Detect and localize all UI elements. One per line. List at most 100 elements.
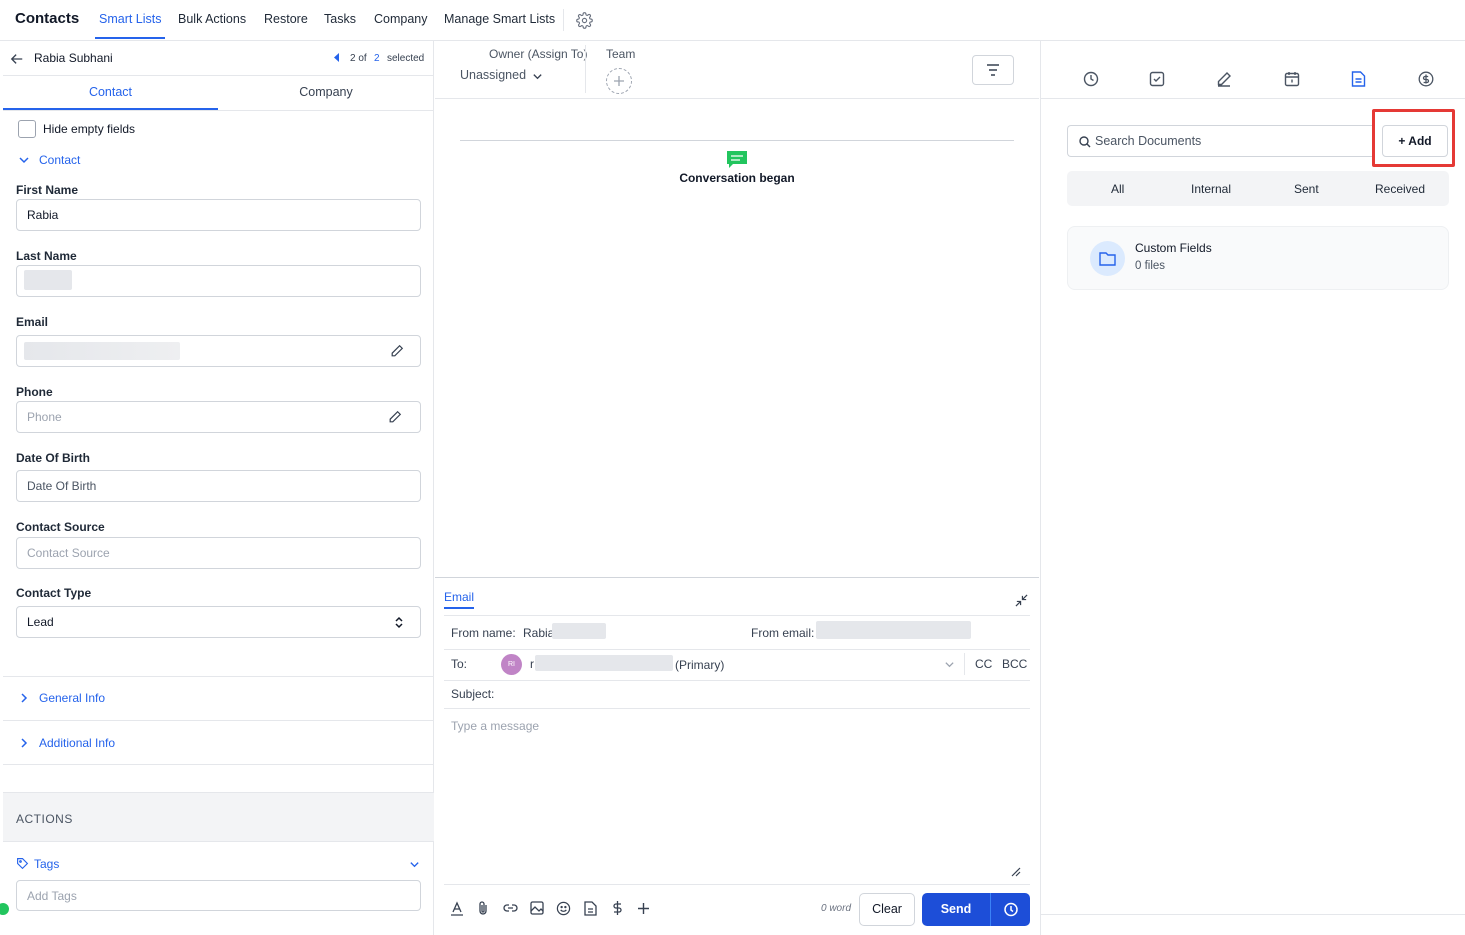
plus-icon[interactable] [637,902,650,915]
payments-icon[interactable] [1418,71,1434,87]
task-check-icon[interactable] [1149,71,1165,87]
tab-smart-lists[interactable]: Smart Lists [99,12,162,26]
dollar-icon[interactable] [612,900,623,916]
divider [444,680,1030,681]
search-documents-input[interactable]: Search Documents [1067,125,1375,157]
tab-company-panel[interactable]: Company [218,76,434,110]
filter-sent[interactable]: Sent [1294,182,1319,196]
active-tab-indicator [444,607,474,609]
edit-pencil-icon[interactable] [388,410,402,424]
tab-bulk-actions[interactable]: Bulk Actions [178,12,246,26]
divider [1041,914,1465,915]
conversation-event: Conversation began [679,171,795,185]
message-placeholder[interactable]: Type a message [451,719,539,733]
link-icon[interactable] [503,903,518,913]
first-name-value: Rabia [27,208,59,222]
dob-field[interactable]: Date Of Birth [16,470,421,502]
bcc-button[interactable]: BCC [1002,657,1027,671]
chevron-down-icon[interactable] [18,154,30,166]
document-icon[interactable] [584,901,597,916]
conversation-panel: Owner (Assign To) Unassigned Team Conver… [435,41,1039,935]
redacted-value [816,621,971,639]
add-team-button[interactable] [606,68,632,94]
tab-manage-smart-lists[interactable]: Manage Smart Lists [444,12,555,26]
notes-pencil-icon[interactable] [1216,71,1232,87]
documents-panel: Search Documents + Add All Internal Sent… [1040,41,1465,935]
chevron-down-icon[interactable] [944,659,955,670]
redacted-value [24,342,180,360]
word-count: 0 word [821,903,852,914]
last-name-field[interactable] [16,265,421,297]
to-label: To: [451,657,468,671]
tab-email[interactable]: Email [444,590,474,604]
additional-info-section[interactable]: Additional Info [39,736,115,750]
chat-bubble-icon [727,151,747,169]
back-arrow-icon[interactable] [10,52,24,66]
general-info-section[interactable]: General Info [39,691,105,705]
timeline-divider [460,140,1014,141]
actions-header: ACTIONS [3,792,434,842]
tab-restore[interactable]: Restore [264,12,308,26]
owner-value[interactable]: Unassigned [460,68,526,82]
documents-icon[interactable] [1351,71,1366,87]
phone-field[interactable]: Phone [16,401,421,433]
filter-internal[interactable]: Internal [1191,182,1231,196]
contact-source-placeholder: Contact Source [27,546,110,560]
avatar: RI [501,654,522,675]
select-arrows-icon [394,616,404,629]
add-document-button[interactable]: + Add [1382,125,1448,157]
settings-gear-icon[interactable] [576,12,593,29]
attachment-icon[interactable] [477,900,489,916]
divider [435,577,1039,578]
resize-handle-icon[interactable] [1010,866,1021,877]
owner-label: Owner (Assign To) [489,47,588,61]
tab-tasks[interactable]: Tasks [324,12,356,26]
subject-label: Subject: [451,687,495,701]
emoji-icon[interactable] [556,901,571,916]
from-name-value[interactable]: Rabia [523,626,554,640]
pager-total: 2 [374,53,380,64]
image-icon[interactable] [530,901,544,915]
filter-button[interactable] [972,55,1014,85]
filter-received[interactable]: Received [1375,182,1425,196]
divider [1041,98,1465,99]
folder-card[interactable]: Custom Fields 0 files [1067,226,1449,290]
add-tags-placeholder: Add Tags [27,889,77,903]
text-format-icon[interactable] [450,901,464,916]
folder-icon [1090,241,1125,276]
top-nav: Contacts Smart Lists Bulk Actions Restor… [0,0,1465,41]
pager-selected: selected [387,53,425,64]
contact-type-label: Contact Type [16,586,92,600]
tab-contact[interactable]: Contact [3,76,218,110]
prev-contact-icon[interactable] [334,53,340,62]
contact-section-header[interactable]: Contact [39,153,80,167]
tab-company[interactable]: Company [374,12,428,26]
active-tab-indicator [95,37,165,39]
chevron-down-icon[interactable] [532,71,543,82]
first-name-label: First Name [16,183,79,197]
folder-count: 0 files [1135,260,1166,272]
contact-source-field[interactable]: Contact Source [16,537,421,569]
email-field[interactable] [16,335,421,367]
first-name-field[interactable]: Rabia [16,199,421,231]
calendar-icon[interactable] [1284,71,1300,87]
add-tags-input[interactable]: Add Tags [16,880,421,911]
contact-type-select[interactable]: Lead [16,606,421,638]
clear-button[interactable]: Clear [859,893,915,926]
search-icon [1079,136,1091,148]
cc-button[interactable]: CC [975,657,992,671]
folder-name: Custom Fields [1135,241,1212,255]
dob-label: Date Of Birth [16,451,91,465]
from-name-label: From name: [451,626,516,640]
filter-all[interactable]: All [1111,182,1124,196]
schedule-send-button[interactable] [990,893,1030,926]
chevron-right-icon[interactable] [19,692,29,704]
edit-pencil-icon[interactable] [390,344,404,358]
chevron-down-icon[interactable] [409,859,420,870]
tags-label[interactable]: Tags [34,857,59,871]
chevron-right-icon[interactable] [19,737,29,749]
collapse-icon[interactable] [1015,594,1028,607]
send-button[interactable]: Send [922,893,990,926]
history-icon[interactable] [1083,71,1099,87]
hide-empty-checkbox[interactable] [18,120,36,138]
